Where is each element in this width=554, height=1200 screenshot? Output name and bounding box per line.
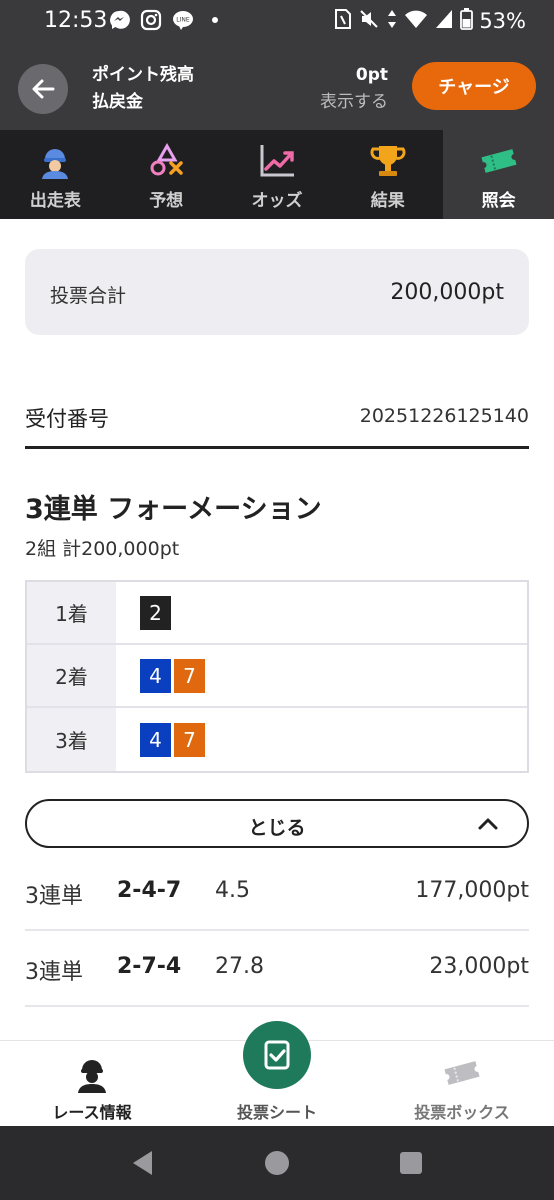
boat-number: 4	[140, 658, 171, 693]
data-arrows-icon	[386, 8, 398, 34]
tab-bar: 出走表 予想 オッズ 結果 照会	[0, 130, 554, 219]
tab-results[interactable]: 結果	[332, 130, 443, 219]
boat-number: 2	[140, 595, 171, 630]
vote-total-card: 投票合計 200,000pt	[25, 249, 529, 335]
ticket-icon	[479, 142, 519, 180]
line-icon: LINE	[172, 9, 194, 31]
bet-amount: 177,000pt	[415, 878, 529, 903]
close-details-button[interactable]: とじる	[25, 799, 529, 848]
tab-label: オッズ	[251, 191, 303, 211]
tab-odds[interactable]: オッズ	[222, 130, 333, 219]
tab-prediction[interactable]: 予想	[111, 130, 222, 219]
tab-inquiry[interactable]: 照会	[443, 130, 554, 219]
check-sheet-icon	[264, 1040, 290, 1070]
wifi-icon	[404, 8, 428, 34]
formation-row-2nd: 2着 4 7	[27, 645, 527, 708]
signal-icon	[434, 8, 454, 34]
odds-value: 4.5	[215, 878, 250, 903]
charge-button[interactable]: チャージ	[412, 62, 536, 110]
prediction-icon	[146, 142, 186, 180]
nav-label: 投票ボックス	[414, 1103, 510, 1122]
formation-table: 1着 2 2着 4 7 3着 4 7	[25, 580, 529, 773]
formation-row-3rd: 3着 4 7	[27, 708, 527, 771]
bet-combination-row: 3連単 2-7-4 27.8 23,000pt	[25, 931, 529, 1007]
battery-icon	[460, 8, 474, 34]
tab-label: 出走表	[29, 191, 81, 211]
show-refund-link[interactable]: 表示する	[320, 89, 388, 116]
system-recents-icon[interactable]	[396, 1148, 426, 1178]
tab-label: 結果	[370, 191, 405, 211]
points-balance-label: ポイント残高	[92, 65, 194, 85]
jockey-silhouette-icon	[0, 1053, 184, 1093]
bet-type-title: 3連単 フォーメーション	[25, 494, 322, 525]
tab-label: 予想	[149, 191, 184, 211]
receipt-number-value: 20251226125140	[359, 405, 529, 427]
messenger-icon	[108, 9, 130, 31]
sim-icon	[334, 8, 352, 34]
status-time: 12:53	[44, 8, 108, 33]
boat-number: 7	[174, 658, 205, 693]
receipt-number-label: 受付番号	[25, 407, 109, 431]
bet-combination-row: 3連単 2-4-7 4.5 177,000pt	[25, 855, 529, 931]
place-label: 1着	[27, 582, 116, 643]
boat-number: 4	[140, 722, 171, 757]
system-back-icon[interactable]	[128, 1148, 158, 1178]
trophy-icon	[368, 142, 408, 180]
refund-label: 払戻金	[92, 92, 143, 112]
system-navigation-bar	[0, 1126, 554, 1200]
arrow-left-icon	[32, 79, 55, 99]
bet-type: 3連単	[25, 884, 83, 909]
nav-race-info[interactable]: レース情報	[0, 1041, 184, 1127]
formation-row-1st: 1着 2	[27, 582, 527, 645]
nav-label: レース情報	[52, 1103, 132, 1122]
tab-entries[interactable]: 出走表	[0, 130, 111, 219]
vote-total-label: 投票合計	[50, 285, 127, 307]
dot-icon	[204, 9, 226, 31]
jockey-icon	[35, 142, 75, 180]
place-label: 2着	[27, 645, 116, 706]
receipt-number-row: 受付番号 20251226125140	[25, 389, 529, 449]
battery-percent: 53%	[479, 9, 526, 33]
nav-label: 投票シート	[236, 1103, 317, 1122]
mute-icon	[358, 8, 380, 34]
svg-text:LINE: LINE	[176, 17, 190, 24]
status-bar: 12:53 LINE 53%	[0, 0, 554, 44]
points-values: 0pt 表示する	[320, 62, 388, 116]
points-value: 0pt	[355, 65, 388, 85]
bet-summary: 2組 計200,000pt	[25, 538, 180, 560]
vote-total-value: 200,000pt	[390, 280, 504, 305]
bet-type: 3連単	[25, 960, 83, 985]
instagram-icon	[140, 9, 162, 31]
close-label: とじる	[248, 817, 306, 839]
nav-vote-box[interactable]: 投票ボックス	[370, 1041, 554, 1127]
back-button[interactable]	[18, 64, 68, 114]
chevron-up-icon	[478, 818, 498, 830]
tab-label: 照会	[481, 191, 516, 211]
odds-chart-icon	[257, 142, 297, 180]
combination: 2-7-4	[117, 954, 182, 979]
odds-value: 27.8	[215, 954, 264, 979]
bet-amount: 23,000pt	[429, 954, 529, 979]
ticket-gray-icon	[370, 1053, 554, 1093]
place-label: 3着	[27, 708, 116, 771]
app-header: ポイント残高 払戻金 0pt 表示する チャージ	[0, 44, 554, 130]
system-status-icons: 53%	[334, 8, 526, 34]
system-home-icon[interactable]	[262, 1148, 292, 1178]
boat-number: 7	[174, 722, 205, 757]
vote-sheet-fab[interactable]	[243, 1021, 311, 1089]
combination: 2-4-7	[117, 878, 182, 903]
points-labels: ポイント残高 払戻金	[92, 62, 194, 116]
notification-icons: LINE	[108, 9, 226, 31]
